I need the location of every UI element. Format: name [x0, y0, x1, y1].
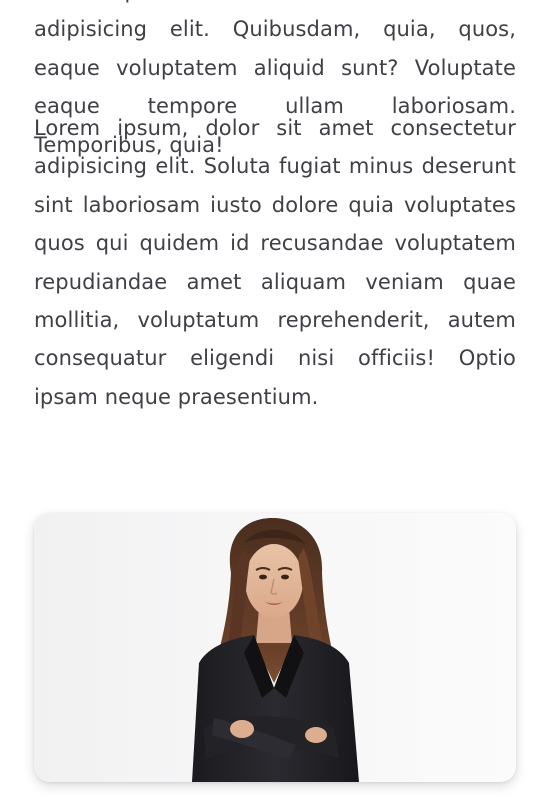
profile-photo-card — [34, 513, 516, 782]
businesswoman-photo — [34, 513, 516, 782]
article-paragraph-2: Lorem ipsum, dolor sit amet consectetur … — [34, 116, 516, 409]
